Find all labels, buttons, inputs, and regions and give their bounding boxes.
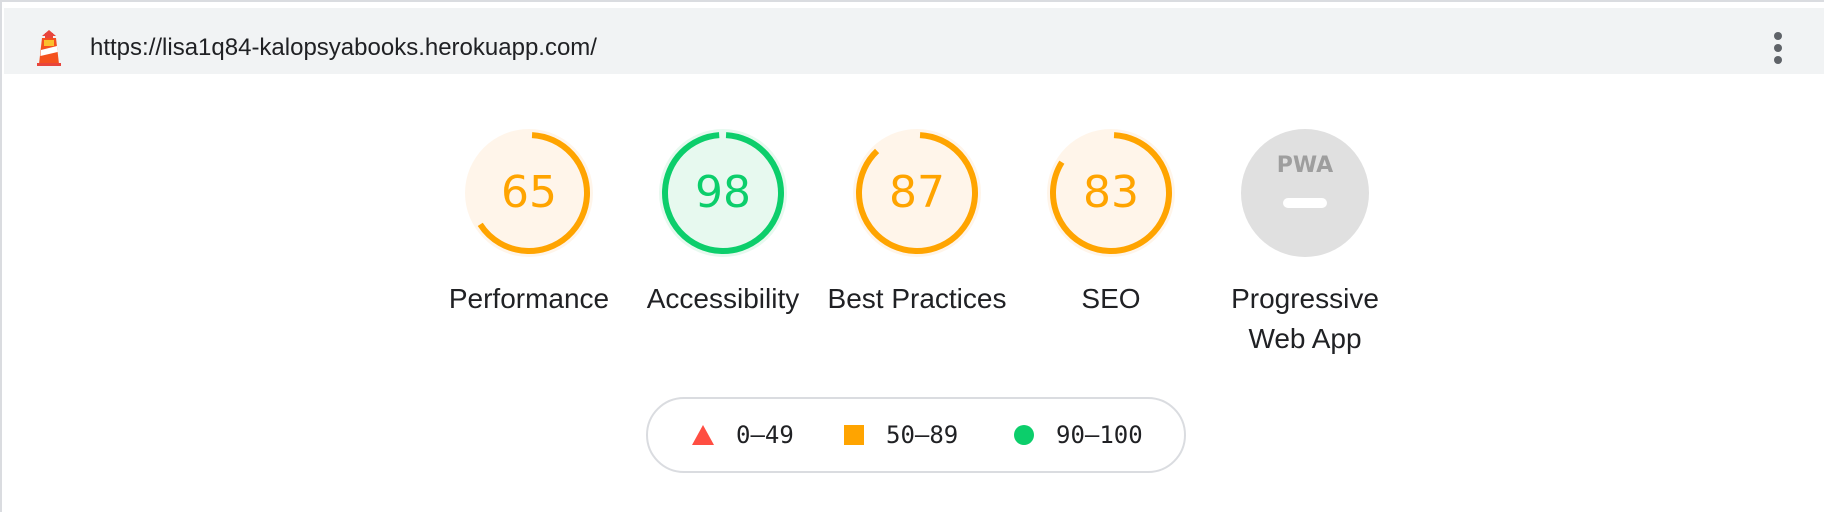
square-icon xyxy=(844,425,864,445)
gauge-pwa[interactable]: PWA Progressive Web App xyxy=(1220,127,1390,367)
pwa-badge-icon: PWA xyxy=(1241,129,1369,257)
report-frame: https://lisa1q84-kalopsyabooks.herokuapp… xyxy=(0,0,1824,512)
gauge-label: Performance xyxy=(448,283,610,314)
gauge-score: 65 xyxy=(501,167,557,218)
gauge-performance[interactable]: 65 Performance xyxy=(444,127,614,367)
gauge-score: 98 xyxy=(695,167,751,218)
gauge-seo[interactable]: 83 SEO xyxy=(1026,127,1196,367)
gauge-label: SEO xyxy=(1081,283,1141,314)
gauge-label: Progressive Web App xyxy=(1231,283,1379,354)
legend-range: 0–49 xyxy=(736,421,794,449)
legend-item-pass: 90–100 xyxy=(1014,399,1143,471)
legend-range: 50–89 xyxy=(886,421,959,449)
gauge-best-practices[interactable]: 87 Best Practices xyxy=(828,127,1006,367)
legend-range: 90–100 xyxy=(1056,421,1143,449)
circle-icon xyxy=(1014,425,1034,445)
triangle-icon xyxy=(692,425,714,445)
gauge-label: Best Practices xyxy=(827,283,1007,314)
gauge-score: 87 xyxy=(889,167,945,218)
gauge-score: 83 xyxy=(1083,167,1139,218)
legend-item-average: 50–89 xyxy=(844,399,958,471)
gauge-label: Accessibility xyxy=(646,283,800,314)
legend-item-fail: 0–49 xyxy=(692,399,794,471)
svg-text:PWA: PWA xyxy=(1277,153,1333,178)
gauge-accessibility[interactable]: 98 Accessibility xyxy=(638,127,808,367)
score-legend: 0–49 50–89 90–100 xyxy=(646,397,1186,473)
